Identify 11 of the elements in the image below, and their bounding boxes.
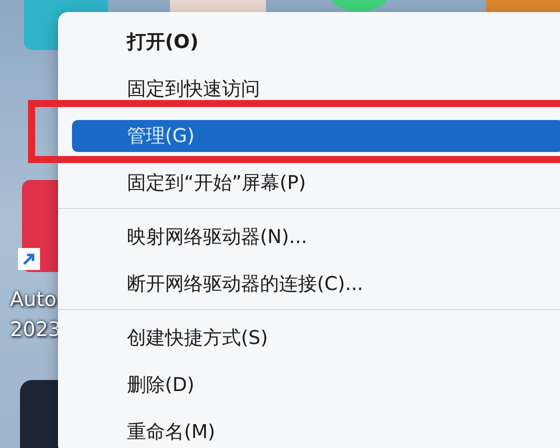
menu-item[interactable]: 打开(O) [72,26,560,58]
menu-item[interactable]: 固定到快速访问 [72,72,560,104]
menu-item[interactable]: 固定到“开始”屏幕(P) [72,166,560,198]
menu-item[interactable]: 删除(D) [72,368,560,400]
menu-item[interactable]: 管理(G) [72,120,560,152]
menu-item[interactable]: 映射网络驱动器(N)... [72,220,560,252]
desktop-icon-label: 2023 [10,316,61,342]
menu-item[interactable]: 创建快捷方式(S) [72,322,560,354]
menu-item[interactable]: 断开网络驱动器的连接(C)... [72,268,560,300]
desktop-icon-label: Auto [10,286,58,312]
menu-item[interactable]: 重命名(M) [72,416,560,448]
